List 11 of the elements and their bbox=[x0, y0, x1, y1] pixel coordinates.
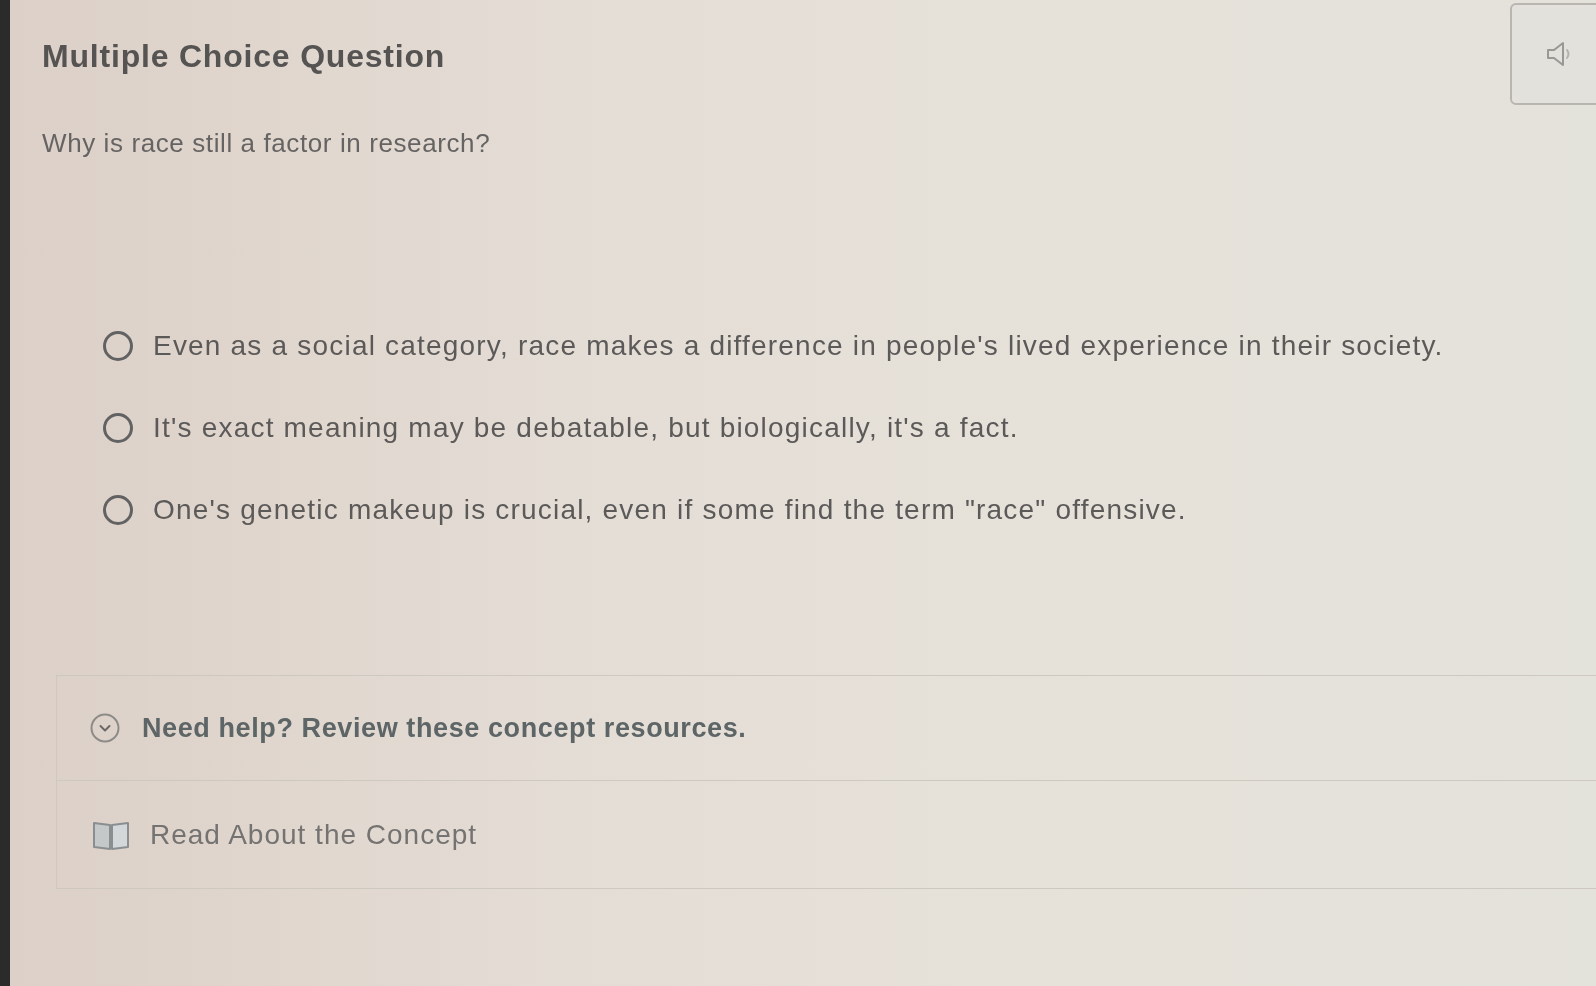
radio-button[interactable] bbox=[103, 495, 133, 525]
radio-button[interactable] bbox=[103, 331, 133, 361]
answer-option-text: One's genetic makeup is crucial, even if some find the term "race" offensive. bbox=[153, 493, 1187, 527]
question-type-title: Multiple Choice Question bbox=[42, 37, 446, 76]
question-text: Why is race still a factor in research? bbox=[42, 127, 491, 159]
answer-option-text: Even as a social category, race makes a difference in people's lived experience in their society. bbox=[153, 329, 1444, 363]
radio-button[interactable] bbox=[103, 413, 133, 443]
resource-link[interactable]: Read About the Concept bbox=[93, 818, 478, 851]
book-icon bbox=[93, 819, 129, 850]
help-toggle[interactable]: Need help? Review these concept resources. bbox=[57, 676, 747, 780]
answer-option-text: It's exact meaning may be debatable, but biologically, it's a fact. bbox=[153, 411, 1019, 445]
